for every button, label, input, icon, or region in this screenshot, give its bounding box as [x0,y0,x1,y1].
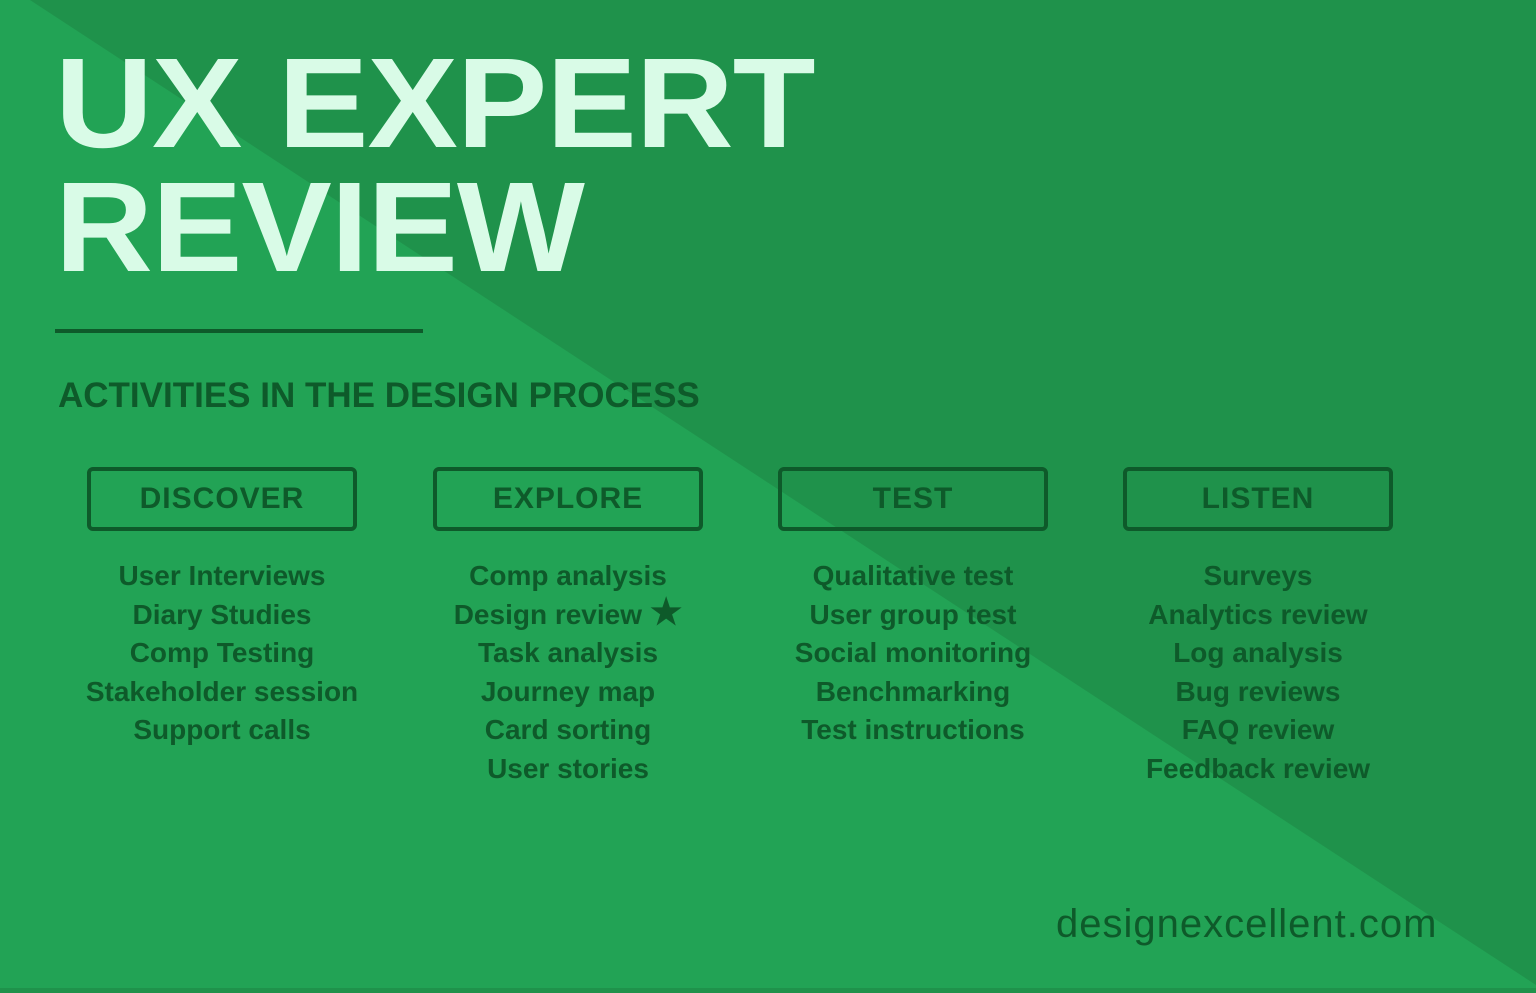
column-heading: DISCOVER [87,467,357,531]
column-explore: EXPLORE Comp analysis Design review ★ Tas… [430,467,706,788]
list-item: Stakeholder session [85,675,359,707]
list-item: Card sorting [484,714,652,745]
list-item: User Interviews [118,560,326,591]
list-item: Bug reviews [1175,675,1341,707]
list-item: Comp analysis [469,560,667,591]
list-item: Support calls [133,714,311,745]
activity-list: Surveys Analytics review Log analysis Bu… [1120,557,1396,788]
bottom-strip [0,988,1536,993]
column-heading: TEST [778,467,1048,531]
column-test: TEST Qualitative test User group test So… [775,467,1051,750]
activity-list: User Interviews Diary Studies Comp Testi… [84,557,360,750]
footer-url: designexcellent.com [1056,902,1438,946]
activity-list: Comp analysis Design review ★ Task analys… [430,557,706,788]
divider [55,329,423,333]
list-item: Qualitative test [812,560,1014,591]
list-item: Benchmarking [815,675,1011,707]
column-discover: DISCOVER User Interviews Diary Studies C… [84,467,360,750]
list-item: Log analysis [1173,637,1343,668]
activity-list: Qualitative test User group test Social … [775,557,1051,750]
list-item: Feedback review [1145,752,1371,784]
list-item: Test instructions [801,714,1025,745]
list-item: Journey map [480,675,656,707]
list-item: Analytics review [1148,598,1368,630]
title-line-2: REVIEW [55,156,585,299]
list-item-starred: Design review ★ [430,590,706,635]
list-item: User stories [487,752,649,784]
column-heading: EXPLORE [433,467,703,531]
list-item: User group test [809,598,1017,630]
star-icon: ★ [650,590,683,632]
title-line-1: UX EXPERT [55,32,816,175]
list-item: Task analysis [477,637,659,668]
list-item: Social monitoring [794,637,1032,668]
list-item: FAQ review [1181,714,1335,745]
column-listen: LISTEN Surveys Analytics review Log anal… [1120,467,1396,788]
list-item: Comp Testing [129,637,315,668]
subtitle: ACTIVITIES IN THE DESIGN PROCESS [58,376,700,415]
list-item: Surveys [1203,560,1313,591]
column-heading: LISTEN [1123,467,1393,531]
list-item: Diary Studies [132,598,312,630]
page-title: UX EXPERT REVIEW [55,40,816,292]
list-item-label: Design review [453,598,643,630]
